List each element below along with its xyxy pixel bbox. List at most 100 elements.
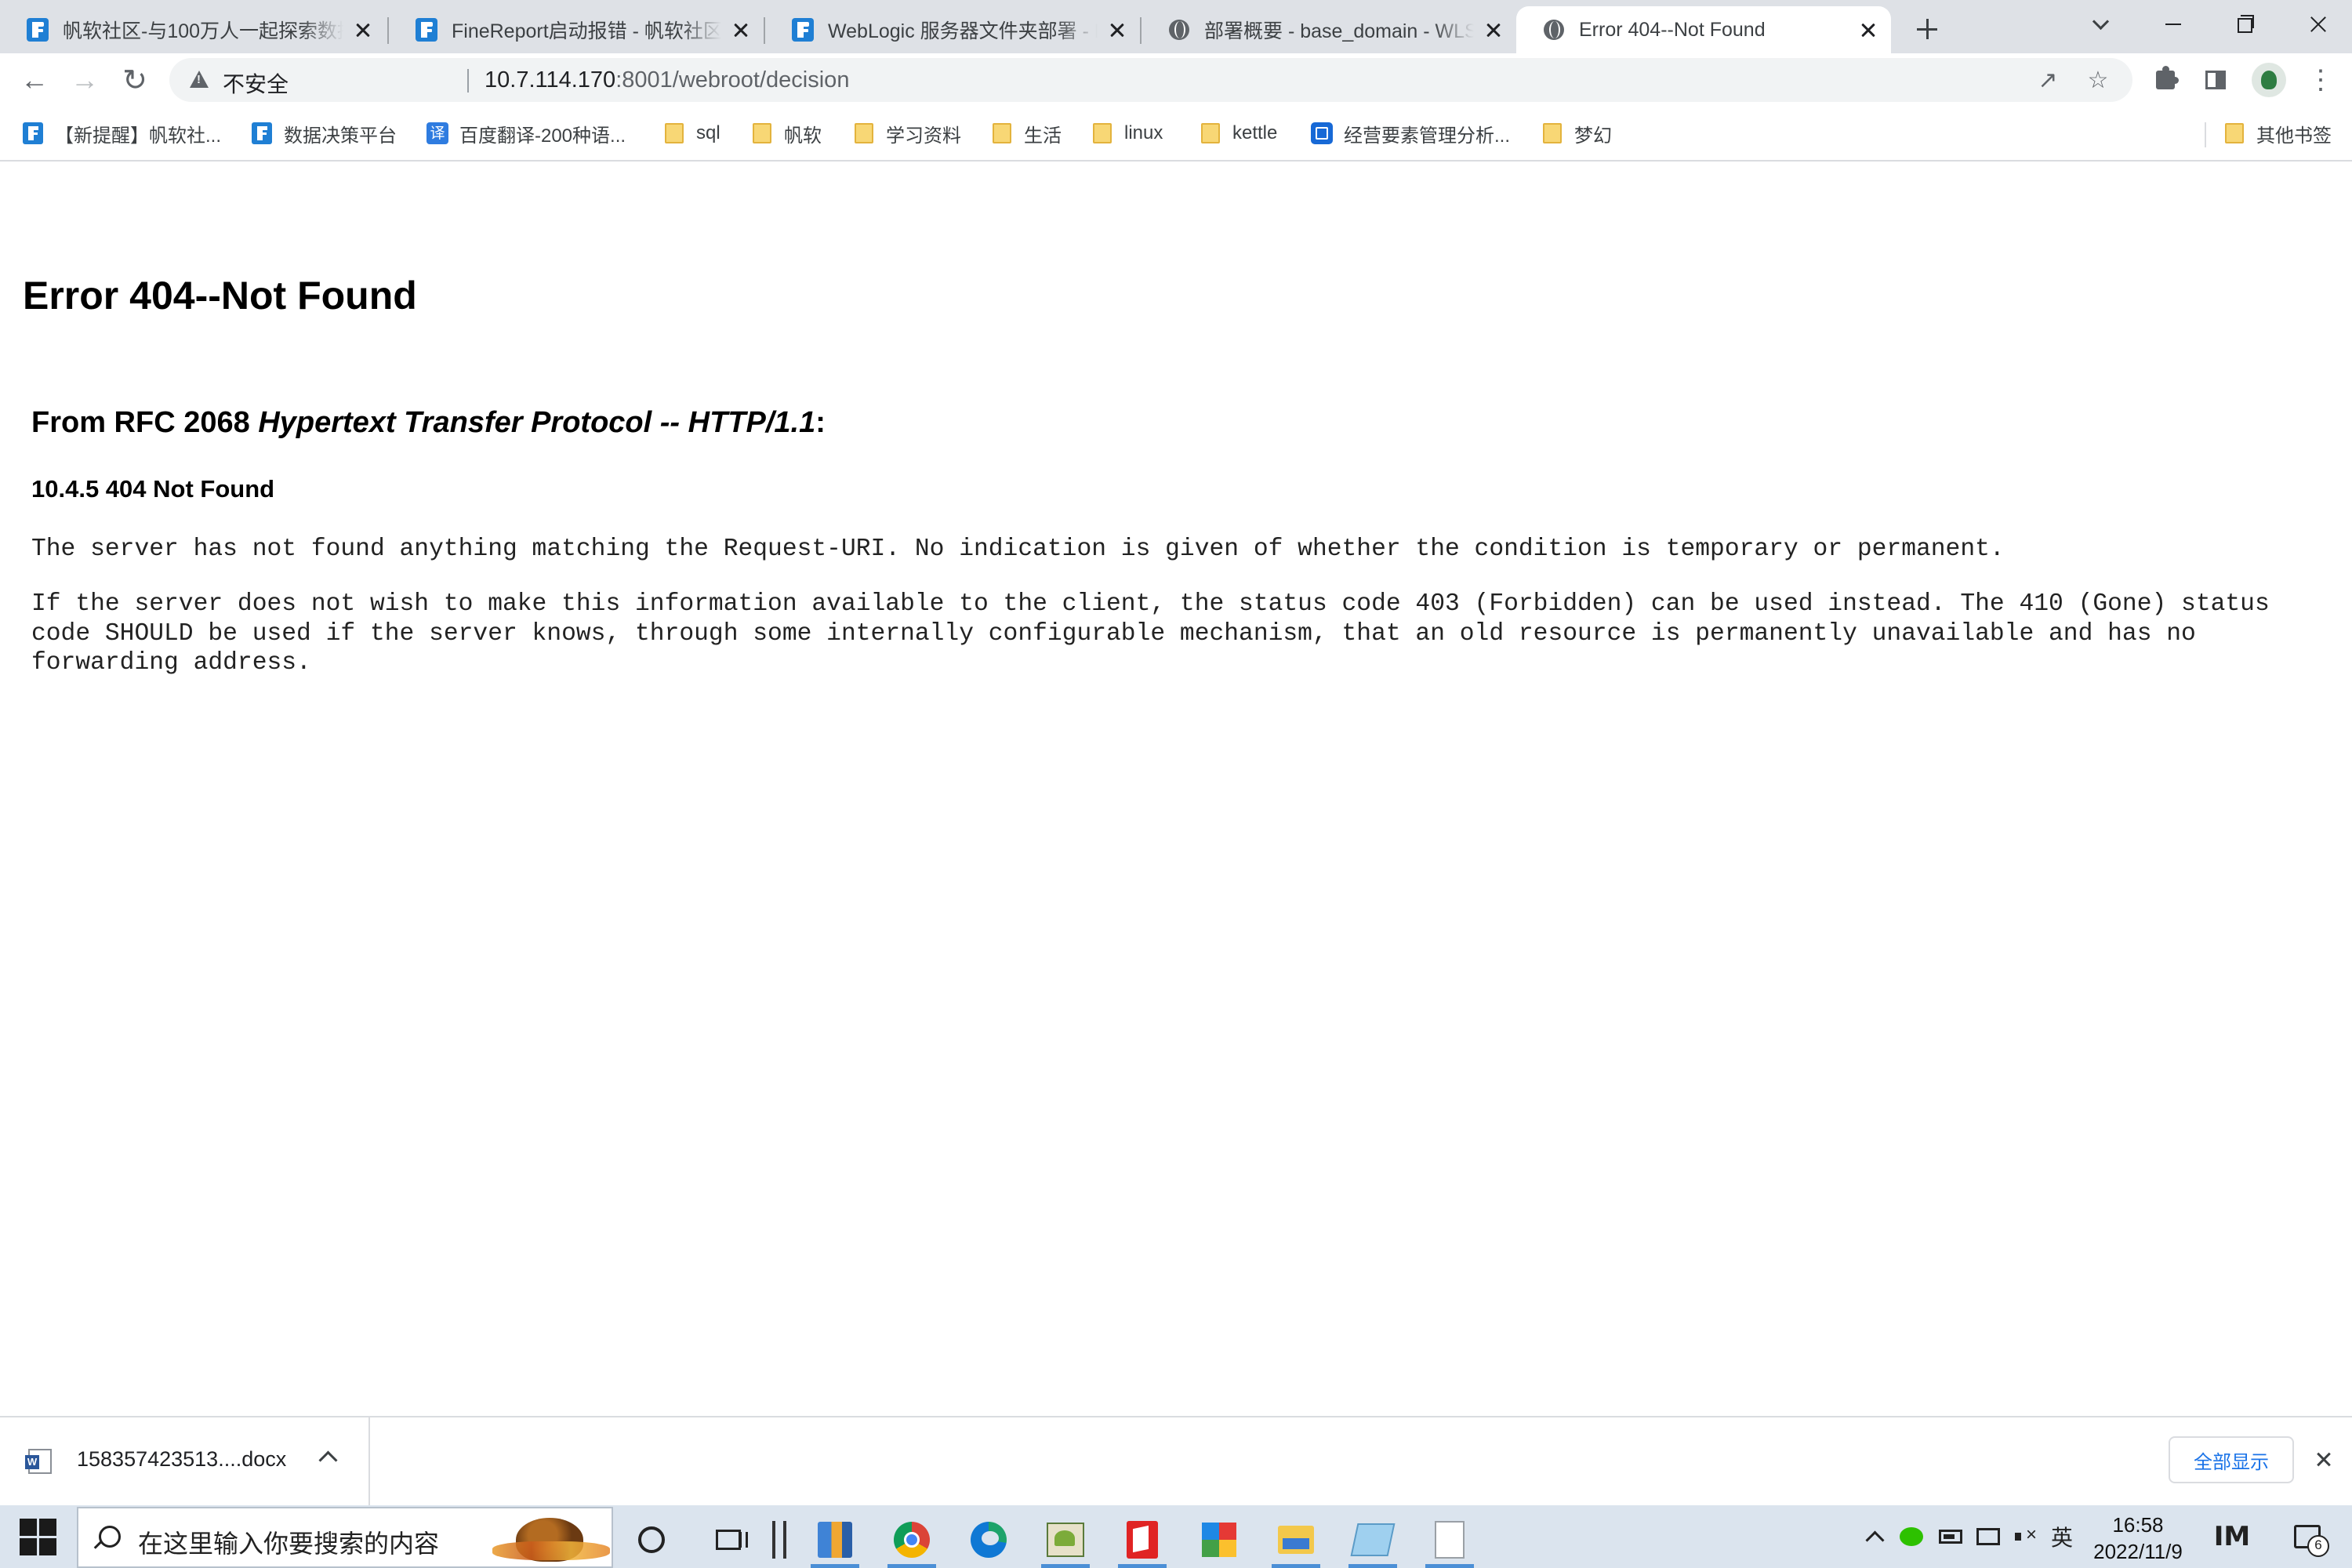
new-tab-icon[interactable] <box>1908 11 1946 49</box>
input-method-icon[interactable]: IM <box>2212 1521 2252 1552</box>
folder-icon <box>991 122 1013 144</box>
system-clock[interactable]: 16:58 2022/11/9 <box>2079 1512 2197 1565</box>
bookmark-folder-sql[interactable]: sql <box>663 118 720 149</box>
bookmark-folder-menghuan[interactable]: 梦幻 <box>1541 118 1612 149</box>
back-arrow-icon[interactable]: ← <box>13 58 56 102</box>
url-text[interactable]: 10.7.114.170:8001/webroot/decision <box>485 67 849 93</box>
tab-error-404[interactable]: Error 404--Not Found <box>1516 6 1891 53</box>
bookmark-fanruan-notice[interactable]: 【新提醒】帆软社... <box>22 118 221 149</box>
volume-muted-icon[interactable] <box>2012 1521 2040 1552</box>
bookmark-baidu-translate[interactable]: 译 百度翻译-200种语... <box>426 118 626 149</box>
fanruan-logo-icon <box>790 17 815 42</box>
paragraph-forbidden-gone: If the server does not wish to make this… <box>31 590 2270 677</box>
bookmark-decision-platform[interactable]: 数据决策平台 <box>251 118 397 149</box>
folder-icon <box>663 122 685 144</box>
cortana-icon[interactable] <box>621 1512 682 1568</box>
fanruan-logo-icon <box>22 122 44 144</box>
download-item[interactable]: 158357423513....docx <box>0 1417 370 1505</box>
share-icon[interactable]: ↗ <box>2031 63 2065 97</box>
close-tab-icon[interactable] <box>1857 18 1880 42</box>
reload-icon[interactable]: ↻ <box>113 58 157 102</box>
taskbar-search-box[interactable]: 在这里输入你要搜索的内容 <box>77 1507 613 1568</box>
extensions-icon[interactable] <box>2148 63 2183 97</box>
ime-indicator[interactable]: 英 <box>2046 1521 2078 1552</box>
bookmark-folder-linux[interactable]: linux <box>1091 118 1163 149</box>
tab-weblogic-deploy[interactable]: WebLogic 服务器文件夹部署 - F <box>765 6 1140 53</box>
restore-icon[interactable] <box>2208 0 2278 49</box>
window-close-icon[interactable] <box>2281 0 2352 49</box>
url-host: 10.7.114.170 <box>485 67 616 93</box>
bookmark-label: kettle <box>1232 122 1278 143</box>
globe-icon <box>1167 17 1192 42</box>
bookmark-label: sql <box>696 122 720 143</box>
folder-icon <box>2223 122 2245 144</box>
rfc-suffix: : <box>815 406 826 439</box>
bookmark-label: 【新提醒】帆软社... <box>55 125 222 147</box>
close-tab-icon[interactable] <box>1482 18 1505 42</box>
battery-icon[interactable] <box>1936 1521 1965 1552</box>
tab-search-icon[interactable] <box>2065 0 2136 49</box>
show-hidden-icons-chevron-icon[interactable] <box>1863 1521 1886 1552</box>
notification-center-icon[interactable]: 6 <box>2288 1521 2329 1557</box>
tab-deployment-summary[interactable]: 部署概要 - base_domain - WLS <box>1142 6 1516 53</box>
tab-title: FineReport启动报错 - 帆软社区 <box>452 20 721 42</box>
windows-start-icon[interactable] <box>16 1515 60 1559</box>
bookmark-folder-study[interactable]: 学习资料 <box>853 118 961 149</box>
bookmark-business-analysis[interactable]: 经营要素管理分析... <box>1311 118 1510 149</box>
close-shelf-icon[interactable] <box>2308 1444 2339 1475</box>
minimize-icon[interactable] <box>2137 0 2208 49</box>
clock-date: 2022/11/9 <box>2093 1540 2183 1563</box>
windows-taskbar: 在这里输入你要搜索的内容 英 16:58 2022/11/9 IM 6 <box>0 1505 2352 1568</box>
browser-toolbar: ← → ↻ 不安全 10.7.114.170:8001/webroot/deci… <box>0 53 2352 108</box>
notepad-app-icon[interactable] <box>1342 1512 1403 1568</box>
bookmark-folder-fanruan[interactable]: 帆软 <box>751 118 822 149</box>
close-tab-icon[interactable] <box>1105 18 1129 42</box>
tab-title: 帆软社区-与100万人一起探索数据 <box>63 20 343 42</box>
bookmark-label: 帆软 <box>784 125 822 147</box>
tab-finereport-error[interactable]: FineReport启动报错 - 帆软社区 <box>389 6 764 53</box>
file-explorer-icon[interactable] <box>1265 1512 1327 1568</box>
chrome-icon[interactable] <box>881 1512 942 1568</box>
bookmark-other[interactable]: 其他书签 <box>2223 118 2332 149</box>
folder-icon <box>853 122 875 144</box>
edge-icon[interactable] <box>958 1512 1019 1568</box>
bookmark-label: 经营要素管理分析... <box>1344 125 1511 147</box>
bookmark-folder-life[interactable]: 生活 <box>991 118 1062 149</box>
warning-icon[interactable] <box>190 71 209 88</box>
kettle-spoon-icon[interactable] <box>1035 1512 1096 1568</box>
forward-arrow-icon[interactable]: → <box>63 58 107 102</box>
tab-title: WebLogic 服务器文件夹部署 - F <box>828 20 1098 42</box>
profile-avatar[interactable] <box>2252 63 2286 97</box>
red-app-icon[interactable] <box>1112 1512 1173 1568</box>
taskbar-divider-icon <box>748 1512 811 1568</box>
chevron-up-icon[interactable] <box>318 1450 338 1470</box>
notification-count: 6 <box>2307 1535 2329 1557</box>
close-tab-icon[interactable] <box>351 18 375 42</box>
tab-strip: 帆软社区-与100万人一起探索数据 FineReport启动报错 - 帆软社区 … <box>0 0 2352 53</box>
search-placeholder[interactable]: 在这里输入你要搜索的内容 <box>138 1524 439 1560</box>
rfc-heading: From RFC 2068 Hypertext Transfer Protoco… <box>31 406 826 440</box>
side-panel-icon[interactable] <box>2198 63 2233 97</box>
section-heading: 10.4.5 404 Not Found <box>31 475 275 503</box>
bookmark-star-icon[interactable]: ☆ <box>2081 63 2115 97</box>
bookmark-label: linux <box>1124 122 1163 143</box>
address-bar[interactable]: 不安全 10.7.114.170:8001/webroot/decision ↗… <box>169 58 2132 102</box>
wechat-tray-icon[interactable] <box>1897 1521 1926 1552</box>
library-app-icon[interactable] <box>804 1512 866 1568</box>
bookmark-folder-kettle[interactable]: kettle <box>1200 118 1277 149</box>
bookmarks-divider <box>2205 122 2206 147</box>
folder-icon <box>1200 122 1221 144</box>
network-icon[interactable] <box>1974 1521 2002 1552</box>
folder-icon <box>1091 122 1113 144</box>
menu-kebab-icon[interactable]: ⋮ <box>2303 63 2338 97</box>
colorful-app-icon[interactable] <box>1189 1512 1250 1568</box>
download-filename[interactable]: 158357423513....docx <box>77 1447 286 1472</box>
bookmark-label: 学习资料 <box>886 125 961 147</box>
page-title: Error 404--Not Found <box>23 274 417 318</box>
tab-fanruan-community[interactable]: 帆软社区-与100万人一起探索数据 <box>0 6 386 53</box>
document-app-icon[interactable] <box>1419 1512 1480 1568</box>
security-label[interactable]: 不安全 <box>223 67 289 99</box>
close-tab-icon[interactable] <box>729 18 753 42</box>
bookmark-label: 生活 <box>1024 125 1062 147</box>
show-all-downloads-button[interactable]: 全部显示 <box>2169 1436 2294 1483</box>
